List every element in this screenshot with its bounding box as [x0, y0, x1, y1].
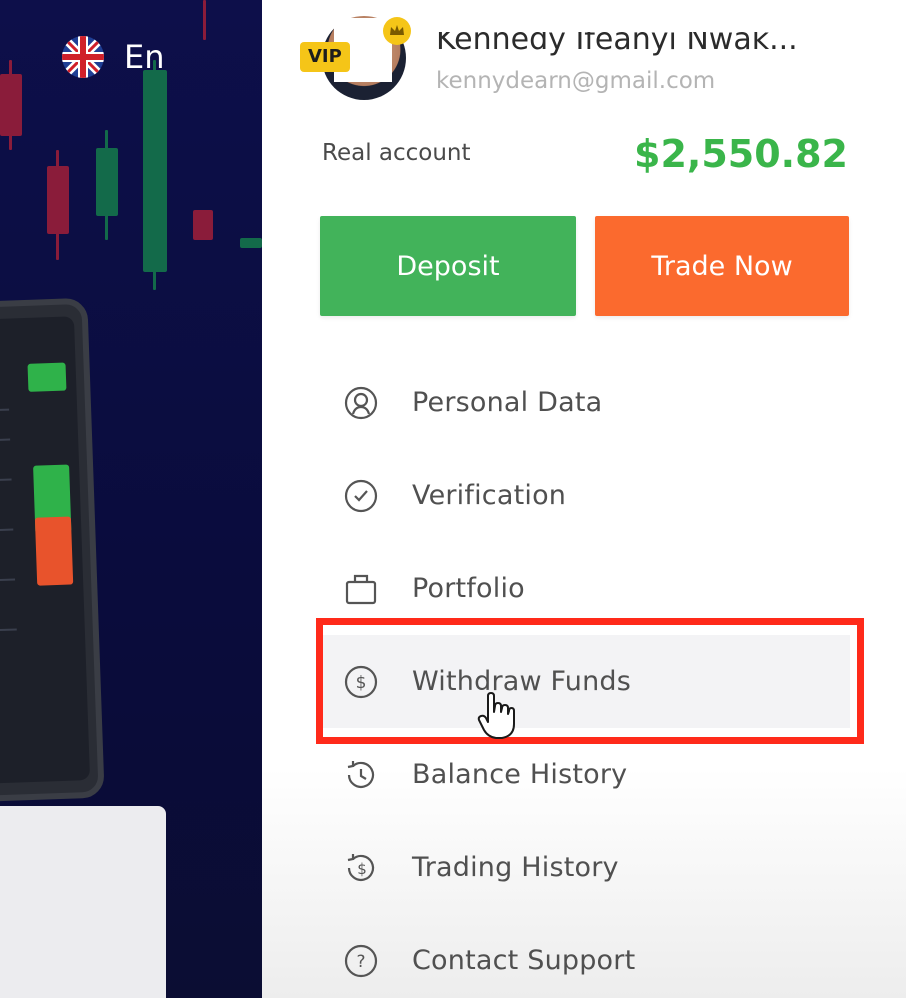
person-icon	[344, 386, 378, 420]
tablet-line	[0, 478, 12, 482]
background-trading-area: En	[0, 0, 262, 998]
menu-item-label: Contact Support	[412, 945, 636, 976]
tablet-line	[0, 578, 16, 582]
menu-item-withdraw-funds[interactable]: $ Withdraw Funds	[320, 635, 850, 728]
menu-item-verification[interactable]: Verification	[320, 449, 850, 542]
tablet-line	[0, 438, 11, 442]
candle	[0, 74, 22, 136]
tablet-down-button	[34, 516, 74, 586]
candle	[193, 210, 213, 240]
menu-item-trading-history[interactable]: $ Trading History	[320, 821, 850, 914]
vip-badge: VIP	[300, 42, 350, 72]
tablet-line	[0, 528, 14, 532]
svg-text:?: ?	[356, 952, 365, 972]
candle	[96, 148, 118, 216]
menu-item-label: Personal Data	[412, 387, 603, 418]
menu-item-balance-history[interactable]: Balance History	[320, 728, 850, 821]
svg-text:$: $	[356, 673, 367, 693]
candle-wick	[203, 0, 206, 40]
candle	[240, 238, 262, 248]
question-circle-icon: ?	[344, 944, 378, 978]
candle	[47, 166, 69, 234]
menu-item-label: Balance History	[412, 759, 628, 790]
menu-item-contact-support[interactable]: ? Contact Support	[320, 914, 850, 998]
menu-item-label: Verification	[412, 480, 567, 511]
tablet-line	[0, 628, 17, 632]
account-balance: $2,550.82	[634, 132, 848, 176]
tablet-screen	[0, 316, 91, 784]
bottom-card	[0, 806, 166, 998]
language-selector[interactable]: En	[62, 36, 165, 78]
dollar-circle-icon: $	[344, 665, 378, 699]
menu-item-label: Portfolio	[412, 573, 525, 604]
menu-item-label: Trading History	[412, 852, 619, 883]
uk-flag-icon	[62, 36, 104, 78]
user-email: kennydearn@gmail.com	[436, 68, 716, 94]
tablet-line	[0, 408, 10, 412]
menu-item-personal-data[interactable]: Personal Data	[320, 356, 850, 449]
crown-icon	[382, 16, 412, 46]
svg-text:$: $	[357, 860, 367, 878]
menu-item-label: Withdraw Funds	[412, 666, 632, 697]
history-clock-icon	[344, 758, 378, 792]
menu-item-portfolio[interactable]: Portfolio	[320, 542, 850, 635]
user-name: Kennedy Ifeanyi Nwak...	[436, 22, 798, 57]
language-label: En	[124, 38, 165, 76]
account-menu-panel: VIP Kennedy Ifeanyi Nwak... kennydearn@g…	[262, 0, 906, 998]
briefcase-icon	[344, 572, 378, 606]
tablet-illustration	[0, 297, 105, 803]
check-circle-icon	[344, 479, 378, 513]
trade-now-button[interactable]: Trade Now	[595, 216, 849, 316]
account-type-label: Real account	[322, 140, 471, 166]
deposit-button[interactable]: Deposit	[320, 216, 576, 316]
candle	[143, 70, 167, 272]
account-menu: Personal Data Verification Portfolio $ W…	[320, 356, 850, 998]
history-dollar-icon: $	[344, 851, 378, 885]
tablet-green-tab	[27, 362, 67, 392]
